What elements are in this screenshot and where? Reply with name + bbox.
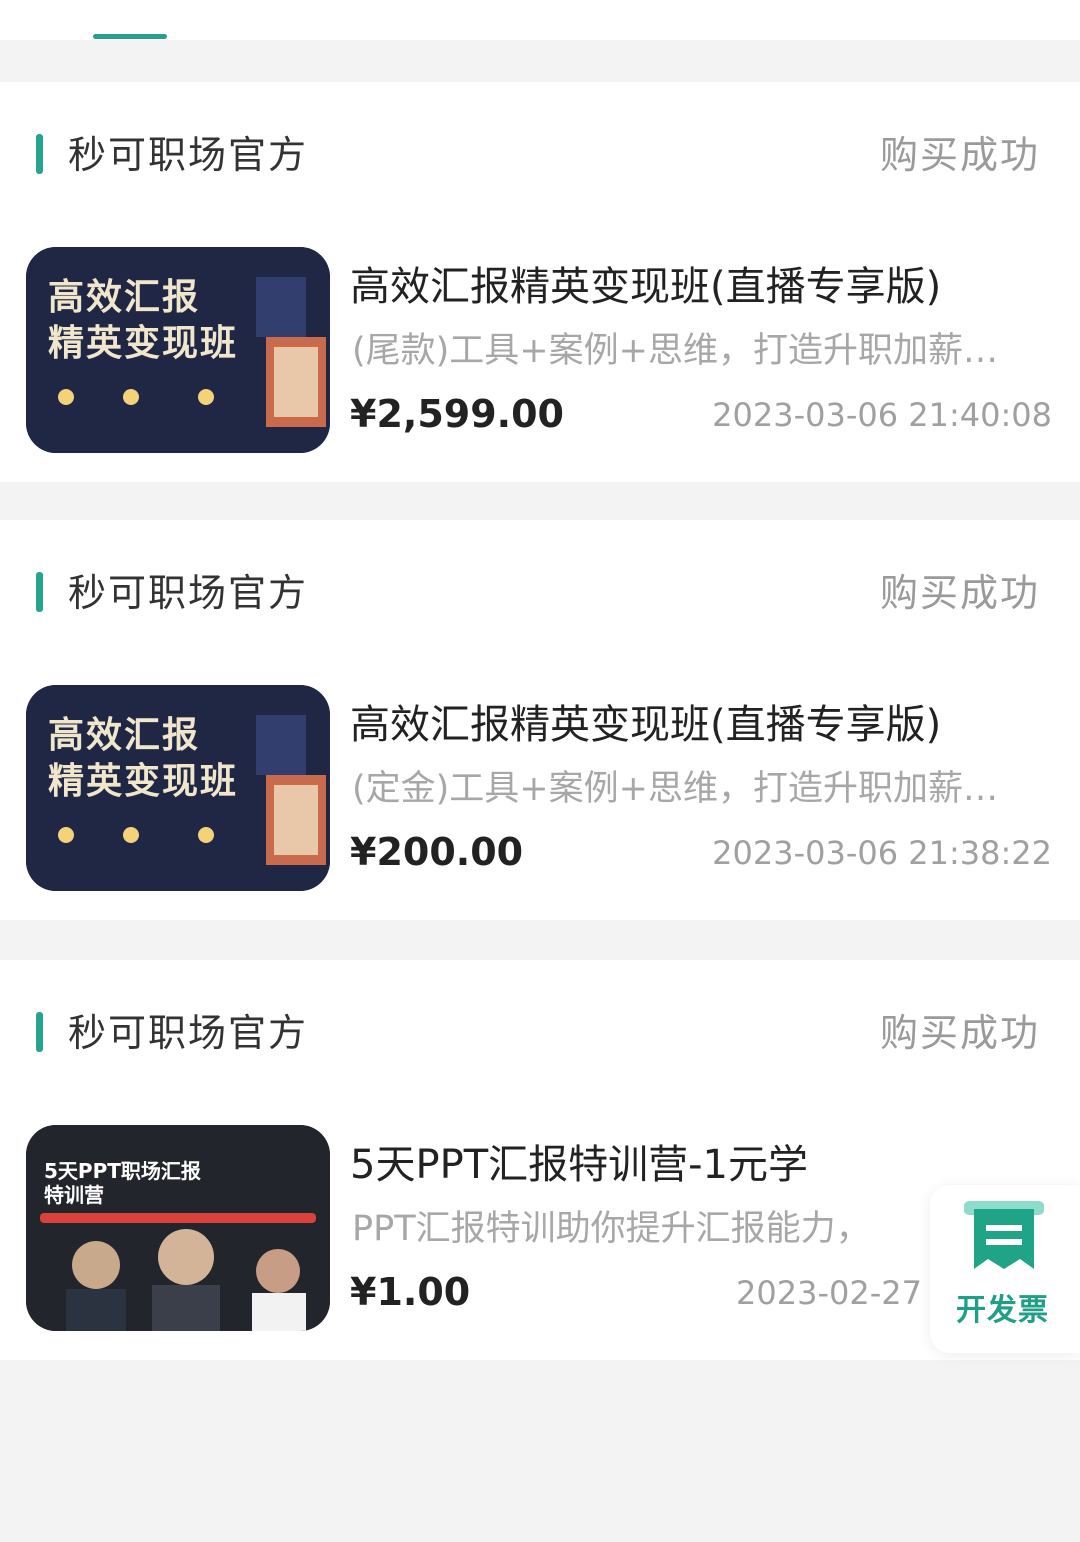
product-price: ¥2,599.00 [350,392,564,436]
product-thumbnail[interactable]: 高效汇报 精英变现班 [26,247,330,453]
product-title[interactable]: 高效汇报精英变现班(直播专享版) [350,692,941,750]
product-description: (定金)工具+案例+思维，打造升职加薪… [352,769,998,809]
product-price: ¥200.00 [350,830,524,874]
product-title[interactable]: 高效汇报精英变现班(直播专享版) [350,254,941,312]
order-status: 购买成功 [879,1011,1040,1055]
product-description: PPT汇报特训助你提升汇报能力， [352,1209,871,1249]
shop-accent-bar [36,572,43,612]
thumbnail-art [26,1125,330,1331]
top-tab-bar [0,0,1080,40]
product-price: ¥1.00 [350,1270,471,1314]
order-time: 2023-03-06 21:40:08 [712,396,1052,434]
thumbnail-title: 高效汇报 精英变现班 [48,715,239,802]
product-description: (尾款)工具+案例+思维，打造升职加薪… [352,331,998,371]
shop-accent-bar [36,1012,43,1052]
receipt-icon [964,1197,1044,1279]
order-status: 购买成功 [879,133,1040,177]
active-tab-indicator [93,34,167,39]
invoice-label: 开发票 [956,1293,1049,1328]
shop-accent-bar [36,134,43,174]
product-thumbnail[interactable]: 高效汇报 精英变现班 [26,685,330,891]
order-time: 2023-02-27 [736,1274,922,1312]
thumbnail-title: 5天PPT职场汇报 特训营 [44,1159,201,1207]
invoice-button[interactable]: 开发票 [930,1185,1080,1353]
product-thumbnail[interactable]: 5天PPT职场汇报 特训营 [26,1125,330,1331]
order-card[interactable]: 秒可职场官方 购买成功 高效汇报 精英变现班 高效汇报精英变现班(直播专享版) … [0,520,1080,920]
order-status: 购买成功 [879,571,1040,615]
shop-name[interactable]: 秒可职场官方 [68,562,308,617]
order-card[interactable]: 秒可职场官方 购买成功 5天PPT职场汇报 特训营 5天PPT汇报特训营-1元学… [0,960,1080,1360]
shop-name[interactable]: 秒可职场官方 [68,1002,308,1057]
order-card[interactable]: 秒可职场官方 购买成功 高效汇报 精英变现班 高效汇报精英变现班(直播专享版) … [0,82,1080,482]
shop-name[interactable]: 秒可职场官方 [68,124,308,179]
thumbnail-title: 高效汇报 精英变现班 [48,277,239,364]
order-time: 2023-03-06 21:38:22 [712,834,1052,872]
product-title[interactable]: 5天PPT汇报特训营-1元学 [350,1132,808,1190]
